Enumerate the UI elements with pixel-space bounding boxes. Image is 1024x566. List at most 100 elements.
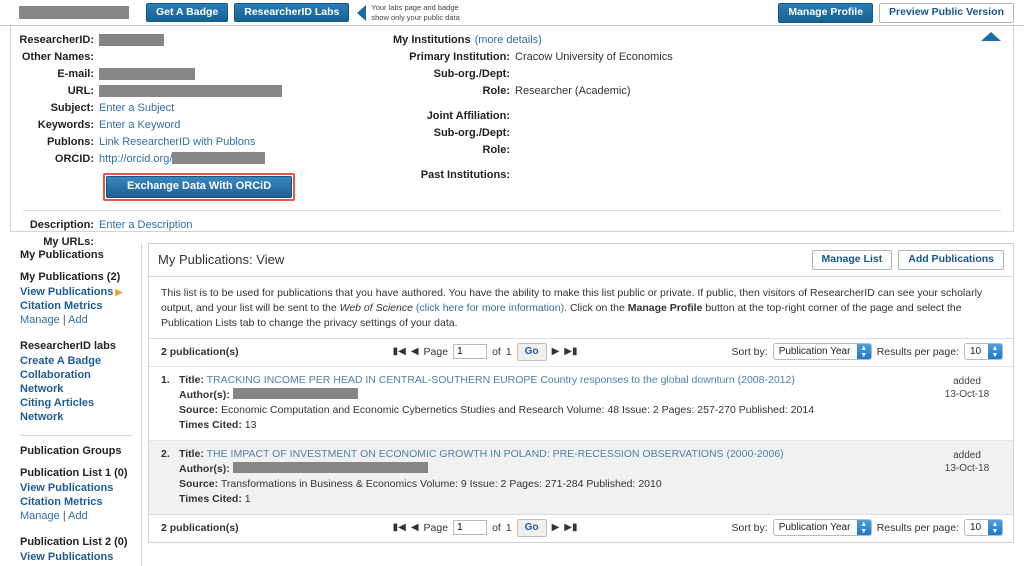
- field-label: Sub-org./Dept:: [433, 68, 510, 80]
- publication-number: 2.: [161, 447, 170, 460]
- field-role-2: Role:: [393, 142, 801, 158]
- sidebar-list1-manage-link[interactable]: Manage: [20, 510, 60, 522]
- sidebar-item-list1-citation-metrics[interactable]: Citation Metrics: [20, 495, 133, 509]
- publication-times-cited-line: Times Cited: 13: [179, 418, 931, 433]
- next-page-icon[interactable]: ▶: [552, 522, 560, 533]
- publication-title-link[interactable]: THE IMPACT OF INVESTMENT ON ECONOMIC GRO…: [207, 448, 784, 460]
- researcherid-labs-button[interactable]: ResearcherID Labs: [234, 2, 350, 23]
- page-number-input-bottom[interactable]: [453, 520, 488, 535]
- page-title: My Publications: View: [158, 252, 285, 268]
- field-label: Past Institutions:: [420, 169, 510, 181]
- collapse-panel-icon[interactable]: [981, 32, 1001, 41]
- field-primary-institution: Primary Institution: Cracow University o…: [393, 49, 801, 65]
- labs-callout: Your labs page and badge show only your …: [357, 3, 460, 22]
- field-label: Joint Affiliation:: [426, 110, 510, 122]
- sort-by-select-top[interactable]: Publication Year: [772, 343, 872, 360]
- authors-redacted: [232, 387, 358, 399]
- profile-columns: ResearcherID: Other Names: E-mail: URL: …: [11, 26, 1013, 201]
- sidebar-actions: Manage | Add: [20, 509, 133, 524]
- field-value: Enter a Keyword: [99, 117, 180, 133]
- field-suborg-dept-1: Sub-org./Dept:: [393, 66, 801, 82]
- sidebar-group-title: Publication List 1 (0): [20, 467, 128, 479]
- topbar-button-group: Get A Badge ResearcherID Labs: [146, 2, 350, 23]
- link-publons-link[interactable]: Link ResearcherID with Publons: [99, 136, 256, 148]
- sidebar-add-link[interactable]: Add: [68, 314, 88, 326]
- sidebar-group-title: My Publications (2): [20, 271, 121, 283]
- publication-count-top: 2 publication(s): [161, 345, 239, 358]
- last-page-icon[interactable]: ▶▮: [564, 522, 577, 533]
- preview-public-version-button[interactable]: Preview Public Version: [879, 3, 1014, 23]
- field-other-names: Other Names:: [11, 49, 381, 65]
- pager-nav-bottom: ▮◀ ◀ Page of 1 Go ▶ ▶▮: [393, 518, 577, 537]
- source-value: Economic Computation and Economic Cybern…: [221, 403, 815, 416]
- next-page-icon[interactable]: ▶: [552, 346, 560, 357]
- field-label: Subject:: [50, 102, 94, 114]
- sidebar-item-citing-articles-network[interactable]: Citing Articles Network: [20, 396, 133, 424]
- results-per-page-select-top[interactable]: 10: [964, 343, 1003, 360]
- source-label: Source:: [179, 477, 219, 490]
- add-publications-button[interactable]: Add Publications: [898, 250, 1004, 270]
- added-date: 13-Oct-18: [944, 462, 990, 474]
- manage-profile-button[interactable]: Manage Profile: [778, 3, 874, 23]
- enter-a-subject-link[interactable]: Enter a Subject: [99, 102, 174, 114]
- times-cited-value: 1: [244, 492, 251, 505]
- first-page-icon[interactable]: ▮◀: [393, 346, 406, 357]
- publication-title-link[interactable]: TRACKING INCOME PER HEAD IN CENTRAL-SOUT…: [207, 374, 795, 386]
- sort-by-select-wrap-top: Publication Year ▲ ▼: [772, 343, 872, 360]
- go-button-bottom[interactable]: Go: [516, 518, 547, 537]
- field-role-1: Role: Researcher (Academic): [393, 83, 801, 99]
- field-value: Link ResearcherID with Publons: [99, 134, 256, 150]
- web-of-science-emphasis: Web of Science: [339, 301, 413, 314]
- sidebar-item-view-publications[interactable]: View Publications ▶: [20, 285, 133, 299]
- publication-authors-line: Author(s):: [179, 461, 931, 477]
- sidebar-item-citation-metrics[interactable]: Citation Metrics: [20, 299, 133, 313]
- sort-by-select-bottom[interactable]: Publication Year: [772, 519, 872, 536]
- sidebar-item-collaboration-network[interactable]: Collaboration Network: [20, 368, 133, 396]
- sidebar-list1-add-link[interactable]: Add: [68, 510, 88, 522]
- field-value: [99, 83, 282, 99]
- first-page-icon[interactable]: ▮◀: [393, 522, 406, 533]
- last-page-icon[interactable]: ▶▮: [564, 346, 577, 357]
- field-label: Role:: [482, 144, 511, 156]
- sidebar-item-list2-view-publications[interactable]: View Publications: [20, 550, 133, 564]
- institutions-heading: My Institutions: [393, 34, 471, 46]
- field-label: Publons:: [46, 136, 94, 148]
- more-details-link[interactable]: (more details): [475, 34, 542, 46]
- sidebar-item-create-a-badge[interactable]: Create A Badge: [20, 354, 133, 368]
- sidebar-manage-link[interactable]: Manage: [20, 314, 60, 326]
- more-information-link[interactable]: (click here for more information): [416, 302, 564, 314]
- sidebar-group-my-publications: My Publications (2) View Publications ▶ C…: [20, 270, 133, 328]
- added-date: 13-Oct-18: [944, 388, 990, 400]
- go-button-top[interactable]: Go: [516, 342, 547, 361]
- enter-a-description-link[interactable]: Enter a Description: [99, 219, 193, 231]
- field-value: Enter a Description: [99, 217, 193, 233]
- field-keywords: Keywords: Enter a Keyword: [11, 117, 381, 133]
- exchange-data-with-orcid-button[interactable]: Exchange Data With ORCiD: [106, 176, 293, 198]
- publication-title-line: Title: TRACKING INCOME PER HEAD IN CENTR…: [179, 373, 931, 388]
- get-a-badge-button[interactable]: Get A Badge: [146, 2, 229, 23]
- results-per-page-select-bottom[interactable]: 10: [964, 519, 1003, 536]
- page-number-input-top[interactable]: [453, 344, 488, 359]
- pagination-bar-bottom: 2 publication(s) ▮◀ ◀ Page of 1 Go ▶ ▶▮ …: [149, 513, 1013, 542]
- body-area: My Publications My Publications (2) View…: [10, 243, 1014, 566]
- enter-a-keyword-link[interactable]: Enter a Keyword: [99, 119, 180, 131]
- field-value: Researcher (Academic): [515, 85, 631, 97]
- publication-count-bottom: 2 publication(s): [161, 521, 239, 534]
- field-publons: Publons: Link ResearcherID with Publons: [11, 134, 381, 150]
- sidebar-item-list1-view-publications[interactable]: View Publications: [20, 481, 133, 495]
- manage-list-button[interactable]: Manage List: [811, 250, 893, 270]
- sidebar-group-publication-list-2: Publication List 2 (0) View Publications…: [20, 535, 133, 566]
- sidebar-group-title: Publication List 2 (0): [20, 536, 128, 548]
- sidebar-group-title: ResearcherID labs: [20, 340, 116, 352]
- previous-page-icon[interactable]: ◀: [411, 522, 419, 533]
- more-details-wrap: (more details): [475, 32, 542, 48]
- authors-label: Author(s):: [179, 462, 230, 475]
- orcid-button-highlight: Exchange Data With ORCiD: [103, 173, 296, 201]
- previous-page-icon[interactable]: ◀: [411, 346, 419, 357]
- of-label-top: of: [492, 345, 501, 358]
- field-past-institutions: Past Institutions:: [393, 167, 801, 183]
- orcid-exchange-row: Exchange Data With ORCiD: [103, 173, 381, 201]
- field-value: [99, 66, 195, 82]
- sort-by-select-wrap-bottom: Publication Year ▲ ▼: [772, 519, 872, 536]
- orcid-url-link[interactable]: http://orcid.org/: [99, 153, 172, 165]
